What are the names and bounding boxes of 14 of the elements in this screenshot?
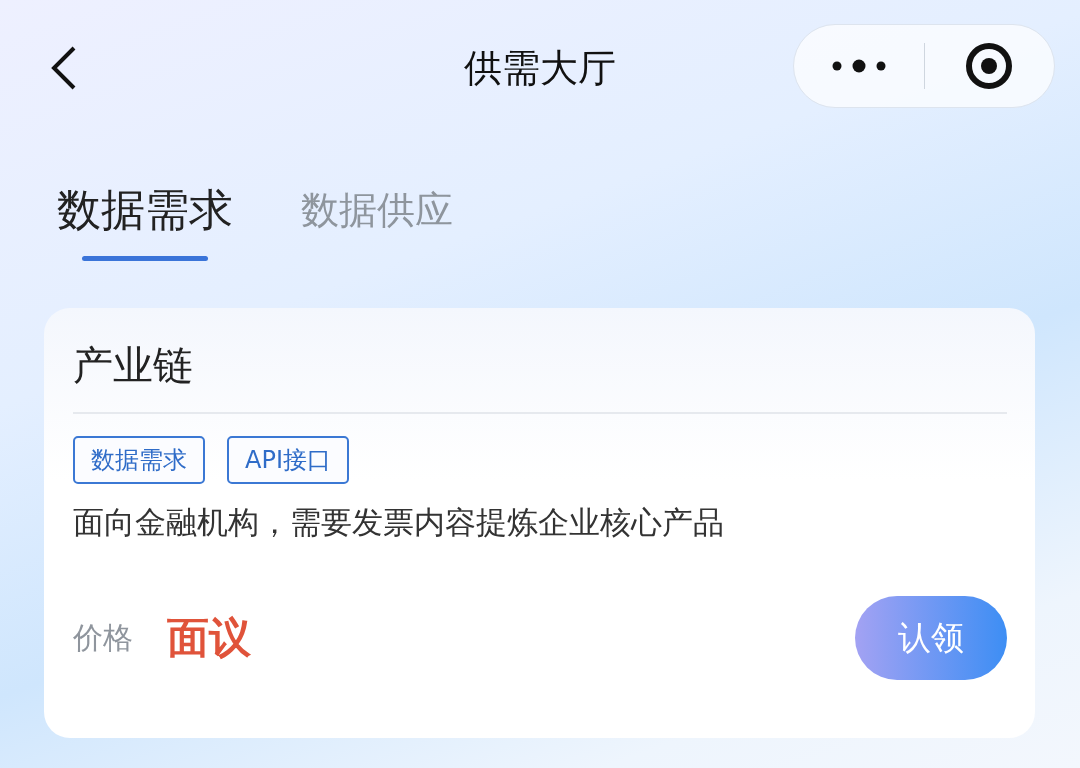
price-label: 价格 <box>73 618 133 657</box>
price-value: 面议 <box>167 612 251 664</box>
card-title: 产业链 <box>73 341 194 390</box>
page-title: 供需大厅 <box>464 45 616 92</box>
target-icon <box>964 41 1015 91</box>
tag: 数据需求 <box>73 436 205 484</box>
more-button[interactable] <box>831 59 886 73</box>
tag: API接口 <box>227 436 349 484</box>
tab[interactable]: 数据需求 <box>57 182 233 260</box>
close-button[interactable] <box>964 41 1015 91</box>
more-icon <box>831 59 886 73</box>
card-description: 面向金融机构，需要发票内容提炼企业核心产品 <box>73 503 725 542</box>
tab[interactable]: 数据供应 <box>301 182 453 260</box>
claim-button[interactable]: 认领 <box>855 596 1007 680</box>
